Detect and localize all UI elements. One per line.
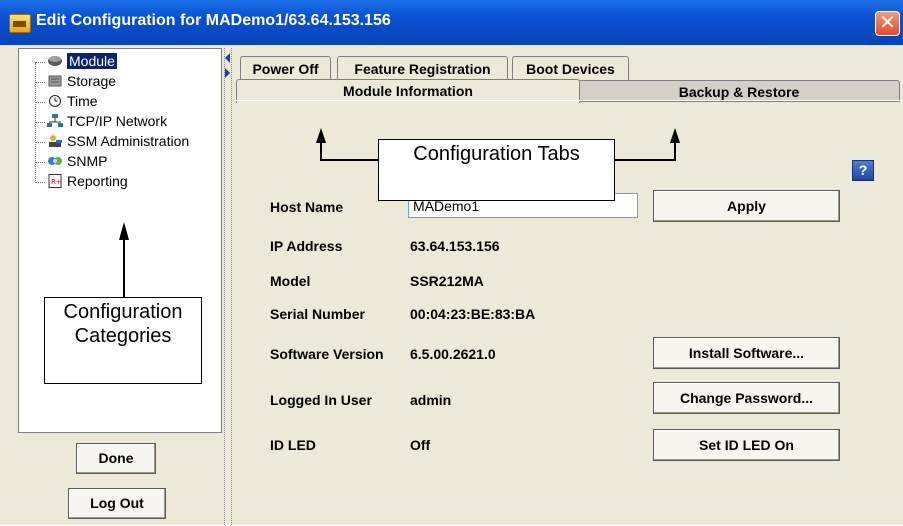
tree-guide-line — [35, 63, 36, 183]
serial-number-label: Serial Number — [270, 306, 365, 322]
change-password-button[interactable]: Change Password... — [653, 382, 840, 414]
tree-item-reporting[interactable]: R+ Reporting — [35, 173, 128, 191]
tab-boot-devices[interactable]: Boot Devices — [512, 56, 629, 81]
help-icon[interactable]: ? — [852, 160, 874, 181]
snmp-icon — [47, 154, 63, 168]
apply-button[interactable]: Apply — [653, 190, 840, 222]
tree-item-ssm-administration[interactable]: SSM Administration — [35, 133, 190, 151]
tree-item-label: SSM Administration — [67, 133, 190, 149]
callout-text: Configuration Tabs — [413, 143, 580, 165]
ip-address-label: IP Address — [270, 238, 343, 254]
tree-item-label: TCP/IP Network — [67, 113, 168, 129]
tree-item-tcpip-network[interactable]: TCP/IP Network — [35, 113, 168, 131]
tab-backup-restore[interactable]: Backup & Restore — [578, 80, 900, 102]
expand-right-arrow-icon[interactable] — [225, 68, 230, 78]
serial-number-value: 00:04:23:BE:83:BA — [410, 306, 536, 322]
tree-item-label: Module — [67, 53, 117, 69]
edit-configuration-window: Edit Configuration for MADemo1/63.64.153… — [0, 0, 903, 525]
tree-item-time[interactable]: Time — [35, 93, 98, 111]
model-label: Model — [270, 273, 311, 289]
tree-item-label: Time — [67, 93, 98, 109]
set-id-led-button[interactable]: Set ID LED On — [653, 429, 840, 461]
id-led-label: ID LED — [270, 437, 316, 453]
configuration-tabs-callout: Configuration Tabs — [378, 139, 615, 201]
admin-icon — [47, 134, 63, 148]
tree-item-snmp[interactable]: SNMP — [35, 153, 108, 171]
storage-icon — [47, 74, 63, 88]
model-value: SSR212MA — [410, 273, 484, 289]
software-version-value: 6.5.00.2621.0 — [410, 346, 496, 362]
window-title: Edit Configuration for MADemo1/63.64.153… — [36, 12, 391, 29]
panel-splitter[interactable] — [224, 48, 232, 525]
tab-feature-registration[interactable]: Feature Registration — [337, 56, 508, 81]
clock-icon — [47, 94, 63, 108]
report-icon: R+ — [47, 174, 63, 188]
collapse-left-arrow-icon[interactable] — [225, 53, 230, 63]
logged-in-user-value: admin — [410, 392, 452, 408]
callout-text-line2: Categories — [74, 325, 172, 347]
tree-item-storage[interactable]: Storage — [35, 73, 117, 91]
configuration-categories-callout: Configuration Categories — [44, 297, 202, 384]
tree-item-label: SNMP — [67, 153, 108, 169]
software-version-label: Software Version — [270, 346, 384, 362]
app-icon — [9, 14, 31, 33]
tree-item-label: Storage — [67, 73, 117, 89]
tree-item-module[interactable]: Module — [35, 53, 117, 71]
done-button[interactable]: Done — [76, 443, 156, 474]
close-button[interactable]: ✕ — [875, 11, 900, 36]
logged-in-user-label: Logged In User — [270, 392, 372, 408]
tree-item-label: Reporting — [67, 173, 128, 189]
id-led-value: Off — [410, 437, 431, 453]
tab-power-off[interactable]: Power Off — [240, 56, 331, 81]
install-software-button[interactable]: Install Software... — [653, 337, 840, 369]
svg-text:R+: R+ — [51, 178, 62, 186]
host-name-label: Host Name — [270, 199, 344, 215]
module-icon — [47, 54, 63, 68]
logout-button[interactable]: Log Out — [68, 488, 166, 519]
callout-text-line1: Configuration — [63, 301, 183, 323]
title-bar[interactable]: Edit Configuration for MADemo1/63.64.153… — [0, 0, 903, 45]
ip-address-value: 63.64.153.156 — [410, 238, 500, 254]
network-icon — [47, 114, 63, 128]
